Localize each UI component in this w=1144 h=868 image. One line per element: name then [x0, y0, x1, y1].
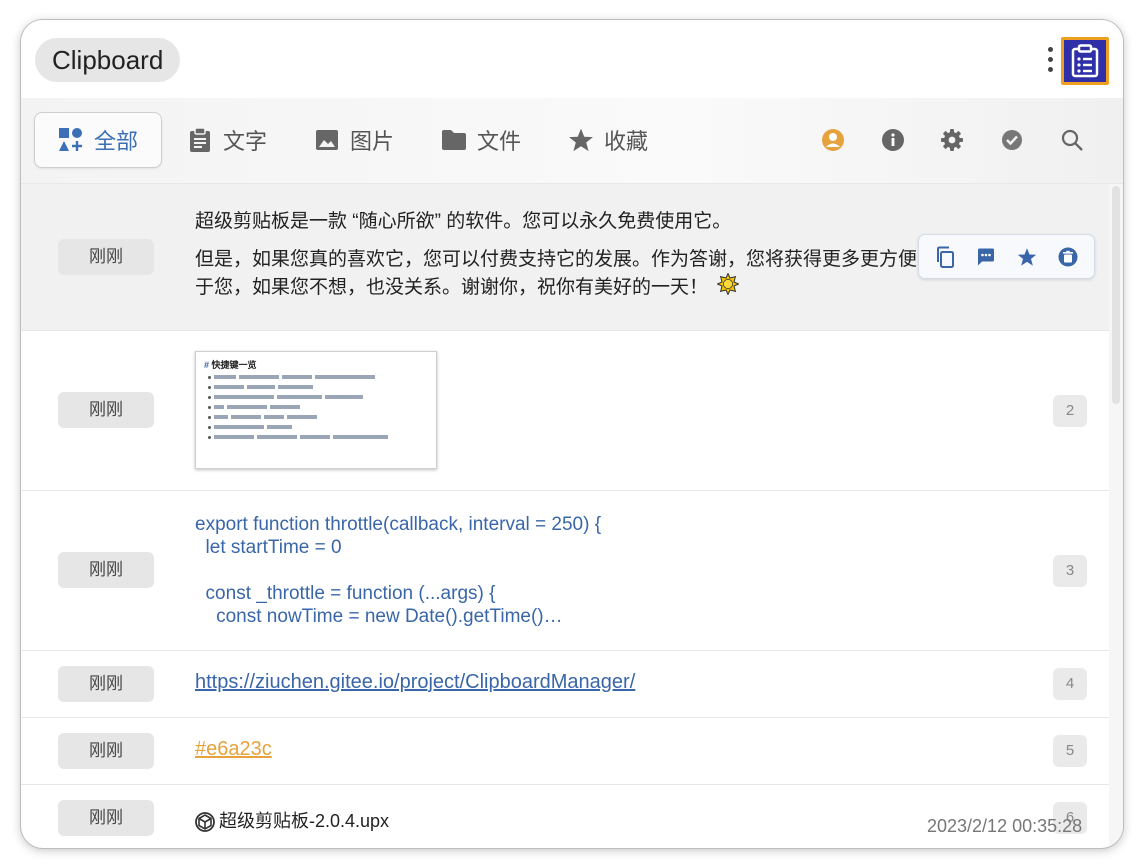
clipboard-text-icon	[187, 127, 213, 153]
comment-icon[interactable]	[975, 246, 997, 268]
tab-all-label: 全部	[94, 129, 139, 154]
index-badge: 4	[1053, 668, 1087, 700]
shapes-icon	[58, 127, 84, 153]
folder-icon	[441, 127, 467, 153]
thumbnail-title-text: 快捷键一览	[211, 360, 257, 370]
url-link-text[interactable]: https://ziuchen.gitee.io/project/Clipboa…	[195, 671, 635, 693]
index-badge: 5	[1053, 735, 1087, 767]
time-badge: 刚刚	[58, 392, 154, 428]
sun-emoji-icon	[716, 272, 741, 303]
tab-favorites[interactable]: 收藏	[568, 112, 648, 168]
app-window: Clipboard 全部 文字 图片 文件 收藏 刚刚 超级剪贴板是一款 “随心…	[21, 20, 1123, 848]
code-snippet: export function throttle(callback, inter…	[195, 514, 602, 627]
thumbnail-title-hash: #	[204, 360, 210, 370]
tab-all[interactable]: 全部	[34, 112, 163, 168]
app-clipboard-icon[interactable]	[1061, 37, 1109, 85]
search-icon[interactable]	[1059, 127, 1085, 153]
thumbnail-line	[208, 415, 428, 420]
more-menu-icon[interactable]	[1045, 44, 1055, 78]
time-badge: 刚刚	[58, 552, 154, 588]
tab-file-label: 文件	[477, 129, 522, 154]
check-badge-icon[interactable]	[999, 127, 1025, 153]
color-value[interactable]: #e6a23c	[195, 738, 272, 761]
file-name: 超级剪贴板-2.0.4.upx	[219, 811, 390, 831]
title-bar: Clipboard	[21, 20, 1123, 98]
item-text-line: 于您，如果您不想，也没关系。谢谢你，祝你有美好的一天！	[195, 272, 917, 303]
item-text-line: 超级剪贴板是一款 “随心所欲” 的软件。您可以永久免费使用它。	[195, 211, 732, 232]
favorite-star-icon[interactable]	[1016, 246, 1038, 268]
item-text-line-part: 于您，如果您不想，也没关系。谢谢你，祝你有美好的一天！	[195, 277, 709, 299]
time-badge: 刚刚	[58, 666, 154, 702]
item-text-line: 但是，如果您真的喜欢它，您可以付费支持它的发展。作为答谢，您将获得更多更方便	[195, 249, 918, 270]
list-item[interactable]: 刚刚 https://ziuchen.gitee.io/project/Clip…	[21, 651, 1109, 718]
list-item[interactable]: 刚刚 # 快捷键一览 2	[21, 331, 1109, 491]
user-icon[interactable]	[820, 127, 846, 153]
list-item[interactable]: 刚刚 export function throttle(callback, in…	[21, 491, 1109, 651]
gear-icon[interactable]	[939, 127, 965, 153]
time-badge: 刚刚	[58, 239, 154, 275]
thumbnail-line	[208, 435, 428, 440]
thumbnail-line	[208, 385, 428, 390]
tab-image-label: 图片	[350, 129, 395, 154]
file-entry: 超级剪贴板-2.0.4.upx	[195, 807, 389, 833]
info-icon[interactable]	[880, 127, 906, 153]
time-badge: 刚刚	[58, 733, 154, 769]
tab-text-label: 文字	[223, 129, 268, 154]
status-timestamp: 2023/2/12 00:35:28	[927, 816, 1083, 836]
url-link[interactable]: https://ziuchen.gitee.io/project/Clipboa…	[195, 671, 635, 694]
copy-icon[interactable]	[934, 246, 956, 268]
tab-image[interactable]: 图片	[314, 112, 394, 168]
tab-favorites-label: 收藏	[604, 129, 649, 154]
tab-text[interactable]: 文字	[187, 112, 267, 168]
index-badge: 2	[1053, 395, 1087, 427]
thumbnail-line	[208, 405, 428, 410]
tab-bar: 全部 文字 图片 文件 收藏	[21, 98, 1123, 184]
index-badge: 3	[1053, 555, 1087, 587]
item-action-bar	[918, 234, 1095, 279]
item-text: 超级剪贴板是一款 “随心所欲” 的软件。您可以永久免费使用它。 但是，如果您真的…	[195, 208, 917, 303]
time-badge: 刚刚	[58, 800, 154, 836]
list-item[interactable]: 刚刚 #e6a23c 5	[21, 718, 1109, 785]
clipboard-list: 刚刚 超级剪贴板是一款 “随心所欲” 的软件。您可以永久免费使用它。 但是，如果…	[21, 184, 1109, 848]
image-thumbnail[interactable]: # 快捷键一览	[195, 351, 437, 469]
scrollbar-thumb[interactable]	[1112, 186, 1120, 404]
app-title[interactable]: Clipboard	[35, 38, 181, 82]
thumbnail-line	[208, 395, 428, 400]
image-icon	[314, 127, 340, 153]
tab-file[interactable]: 文件	[441, 112, 521, 168]
package-file-icon	[195, 812, 215, 833]
thumbnail-line	[208, 425, 428, 430]
color-value-text[interactable]: #e6a23c	[195, 738, 272, 760]
thumbnail-title: # 快捷键一览	[204, 358, 428, 371]
thumbnail-line	[208, 375, 428, 380]
star-icon	[568, 127, 594, 153]
delete-icon[interactable]	[1057, 246, 1079, 268]
scrollbar[interactable]	[1109, 184, 1123, 848]
